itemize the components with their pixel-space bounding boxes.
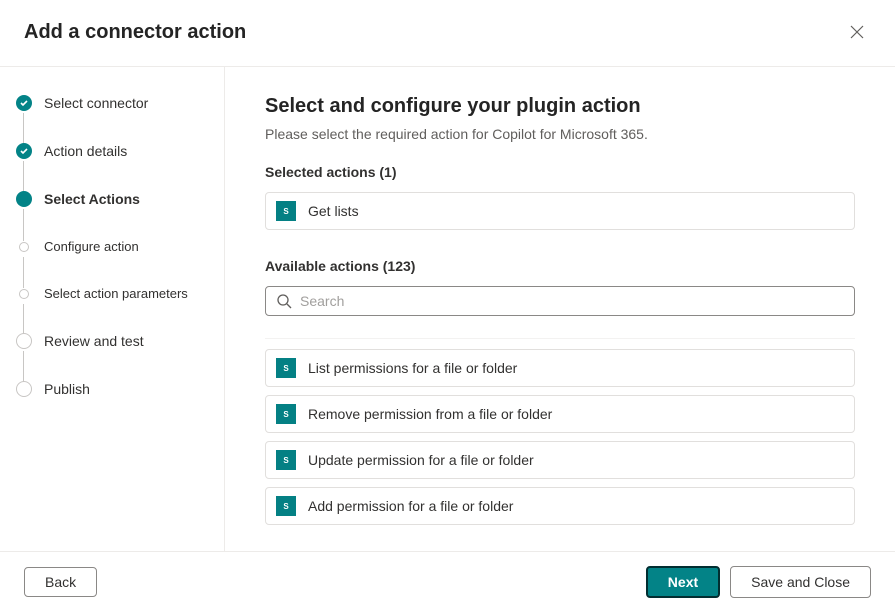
step-select-parameters: Select action parameters — [16, 286, 208, 333]
step-select-connector[interactable]: Select connector — [16, 95, 208, 143]
search-icon — [276, 293, 292, 309]
step-label: Action details — [44, 143, 127, 159]
dialog-header: Add a connector action — [0, 0, 895, 67]
step-label: Configure action — [44, 239, 139, 254]
page-heading: Select and configure your plugin action — [265, 95, 855, 118]
sharepoint-icon: S — [276, 496, 296, 516]
close-icon — [850, 25, 864, 39]
available-action-item[interactable]: S List permissions for a file or folder — [265, 349, 855, 387]
next-button[interactable]: Next — [646, 566, 720, 598]
step-publish: Publish — [16, 381, 208, 397]
wizard-sidebar: Select connector Action details Select A… — [0, 67, 225, 551]
action-title: List permissions for a file or folder — [308, 360, 517, 376]
dialog-body: Select connector Action details Select A… — [0, 67, 895, 551]
available-actions-label: Available actions (123) — [265, 258, 855, 274]
pending-step-icon — [16, 381, 32, 397]
selected-actions-label: Selected actions (1) — [265, 164, 855, 180]
dialog: Add a connector action Select connector … — [0, 0, 895, 612]
sharepoint-icon: S — [276, 404, 296, 424]
available-action-item[interactable]: S Update permission for a file or folder — [265, 441, 855, 479]
pending-step-icon — [19, 289, 29, 299]
main-panel: Select and configure your plugin action … — [225, 67, 895, 551]
search-box[interactable] — [265, 286, 855, 316]
selected-action-item[interactable]: S Get lists — [265, 192, 855, 230]
step-review-test: Review and test — [16, 333, 208, 381]
step-label: Review and test — [44, 333, 144, 349]
dialog-footer: Back Next Save and Close — [0, 551, 895, 612]
step-label: Select connector — [44, 95, 148, 111]
save-close-button[interactable]: Save and Close — [730, 566, 871, 598]
sharepoint-icon: S — [276, 450, 296, 470]
wizard-steps: Select connector Action details Select A… — [16, 95, 208, 397]
step-configure-action: Configure action — [16, 239, 208, 286]
current-step-icon — [16, 191, 32, 207]
pending-step-icon — [16, 333, 32, 349]
available-action-item[interactable]: S Remove permission from a file or folde… — [265, 395, 855, 433]
action-title: Update permission for a file or folder — [308, 452, 534, 468]
action-title: Remove permission from a file or folder — [308, 406, 552, 422]
pending-step-icon — [19, 242, 29, 252]
sharepoint-icon: S — [276, 358, 296, 378]
page-description: Please select the required action for Co… — [265, 126, 855, 142]
back-button[interactable]: Back — [24, 567, 97, 597]
step-label: Select action parameters — [44, 286, 188, 301]
action-title: Get lists — [308, 203, 359, 219]
dialog-title: Add a connector action — [24, 21, 246, 44]
step-action-details[interactable]: Action details — [16, 143, 208, 191]
check-icon — [16, 95, 32, 111]
step-select-actions[interactable]: Select Actions — [16, 191, 208, 239]
sharepoint-icon: S — [276, 201, 296, 221]
search-input[interactable] — [300, 293, 844, 309]
step-label: Select Actions — [44, 191, 140, 207]
available-action-item[interactable]: S Add permission for a file or folder — [265, 487, 855, 525]
available-actions-list: S List permissions for a file or folder … — [265, 338, 855, 525]
footer-right: Next Save and Close — [646, 566, 871, 598]
step-label: Publish — [44, 381, 90, 397]
selected-actions-list: S Get lists — [265, 192, 855, 230]
check-icon — [16, 143, 32, 159]
close-button[interactable] — [843, 18, 871, 46]
action-title: Add permission for a file or folder — [308, 498, 513, 514]
